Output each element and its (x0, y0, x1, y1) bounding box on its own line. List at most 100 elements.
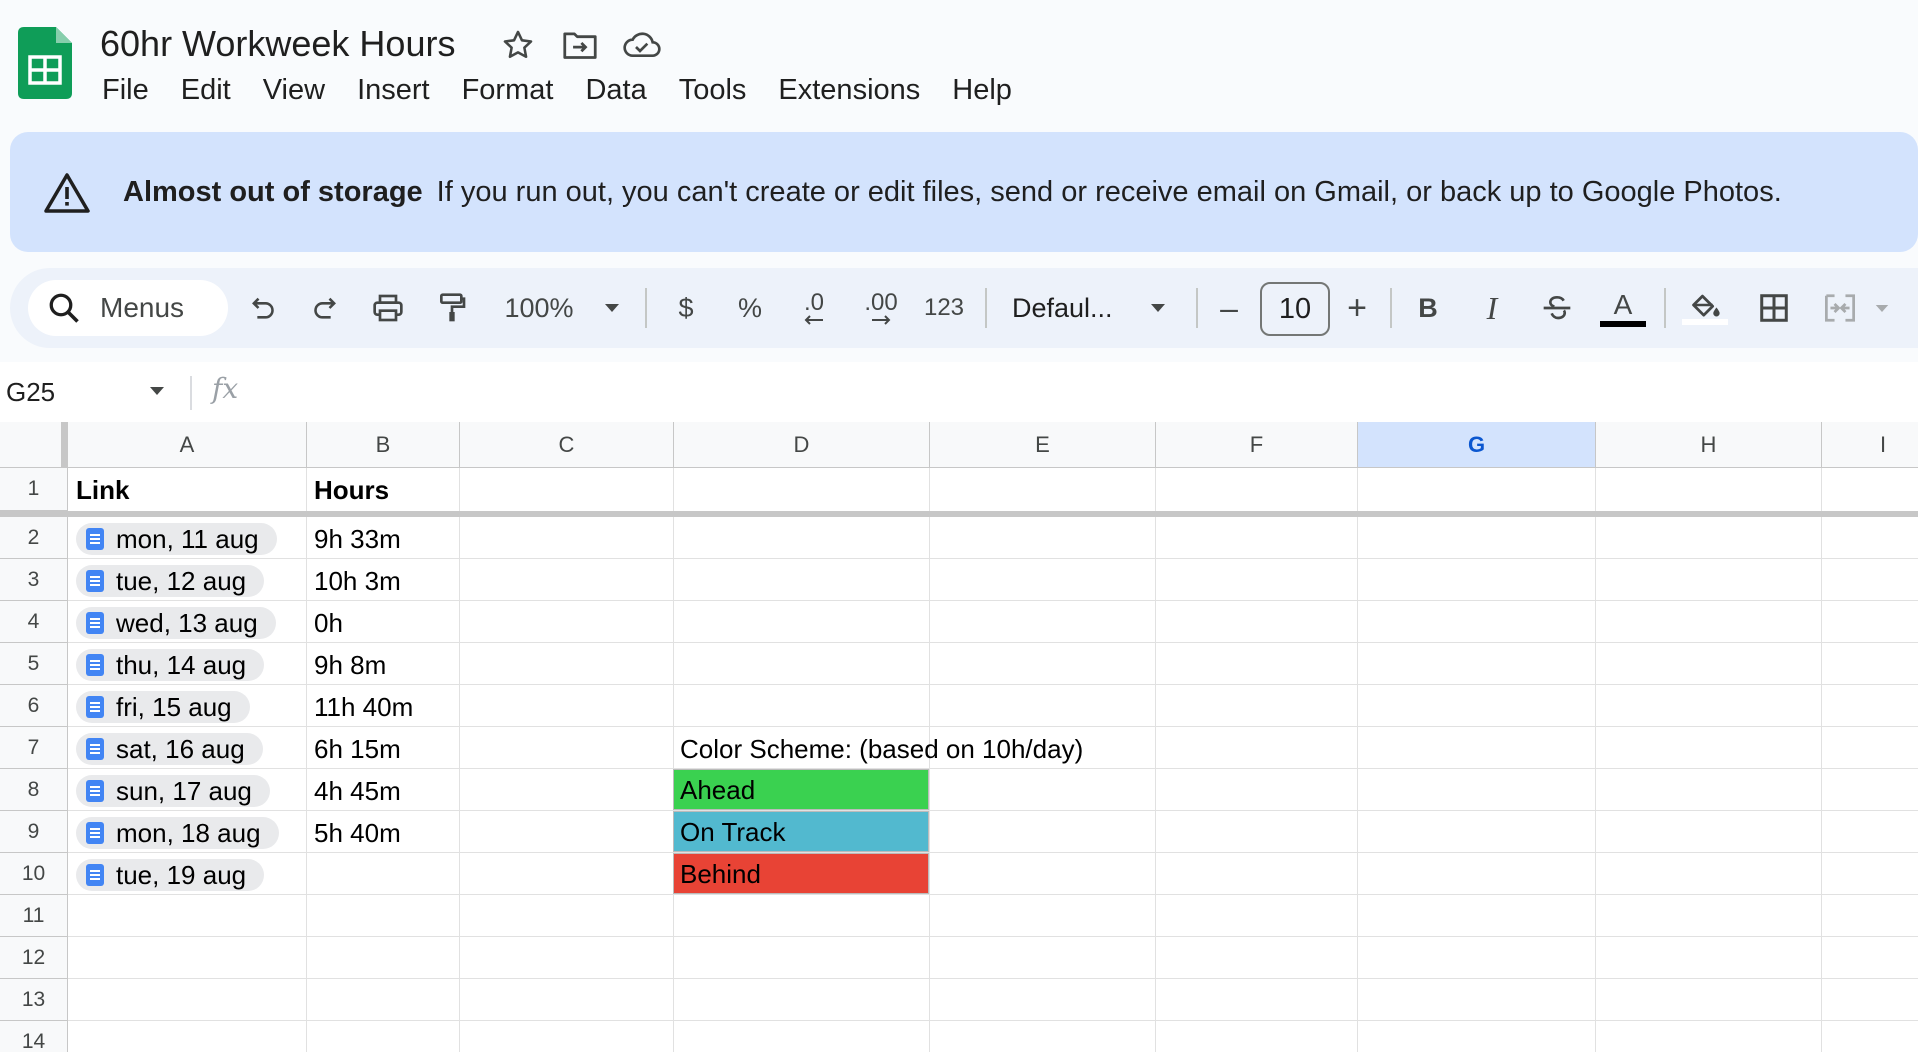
toolbar-separator (645, 288, 647, 328)
link-chip-label: tue, 19 aug (116, 859, 247, 890)
frozen-row-divider[interactable] (0, 511, 1918, 517)
currency-format-button[interactable]: $ (672, 284, 700, 332)
gridline (1821, 468, 1822, 1052)
toolbar-separator (1390, 288, 1392, 328)
row-header-8[interactable]: 8 (0, 769, 68, 811)
column-header-f[interactable]: F (1156, 422, 1358, 468)
name-box-chevron-down-icon[interactable] (148, 386, 166, 396)
formula-input[interactable] (260, 372, 1900, 412)
column-header-g[interactable]: G (1358, 422, 1596, 468)
move-to-folder-icon[interactable] (560, 27, 600, 63)
link-chip[interactable]: tue, 19 aug (76, 859, 265, 891)
menu-format[interactable]: Format (446, 70, 570, 110)
menu-tools[interactable]: Tools (663, 70, 763, 110)
text-color-button[interactable]: A (1600, 284, 1646, 332)
merge-cells-icon[interactable] (1820, 284, 1860, 332)
link-chip[interactable]: wed, 13 aug (76, 607, 276, 639)
row-header-14[interactable]: 14 (0, 1021, 68, 1052)
hours-cell[interactable]: 5h 40m (314, 813, 401, 853)
row-header-10[interactable]: 10 (0, 853, 68, 895)
borders-icon[interactable] (1756, 284, 1792, 332)
decrease-font-size-button[interactable]: – (1214, 284, 1244, 332)
select-all-corner[interactable] (0, 422, 68, 468)
menu-extensions[interactable]: Extensions (762, 70, 936, 110)
redo-icon[interactable] (308, 284, 344, 332)
italic-button[interactable]: I (1478, 284, 1506, 332)
legend-ahead[interactable]: Ahead (673, 769, 929, 810)
legend-on-track[interactable]: On Track (673, 811, 929, 852)
hours-cell[interactable]: 10h 3m (314, 561, 401, 601)
hours-cell[interactable]: 9h 33m (314, 519, 401, 559)
link-chip[interactable]: mon, 11 aug (76, 523, 277, 555)
cell-a1[interactable]: Link (76, 470, 129, 510)
star-icon[interactable] (498, 27, 538, 63)
menu-edit[interactable]: Edit (165, 70, 247, 110)
hours-cell[interactable]: 4h 45m (314, 771, 401, 811)
link-chip[interactable]: thu, 14 aug (76, 649, 265, 681)
google-docs-icon (86, 528, 104, 550)
hours-cell[interactable]: 11h 40m (314, 687, 413, 727)
hours-cell[interactable]: 0h (314, 603, 343, 643)
row-header-2[interactable]: 2 (0, 517, 68, 559)
row-header-9[interactable]: 9 (0, 811, 68, 853)
gridline (68, 978, 1918, 979)
column-header-d[interactable]: D (674, 422, 930, 468)
row-header-4[interactable]: 4 (0, 601, 68, 643)
cloud-saved-icon[interactable] (622, 27, 662, 63)
menu-data[interactable]: Data (569, 70, 662, 110)
legend-behind[interactable]: Behind (673, 853, 929, 894)
row-header-13[interactable]: 13 (0, 979, 68, 1021)
number-format-button[interactable]: 123 (920, 284, 968, 332)
cell-b1[interactable]: Hours (314, 470, 389, 510)
formula-separator (190, 376, 192, 410)
menu-insert[interactable]: Insert (341, 70, 446, 110)
paint-format-icon[interactable] (434, 284, 470, 332)
undo-icon[interactable] (244, 284, 280, 332)
toolbar-separator (1664, 288, 1666, 328)
row-header-6[interactable]: 6 (0, 685, 68, 727)
font-chevron-down-icon[interactable] (1144, 284, 1172, 332)
sheets-logo-icon[interactable] (18, 27, 72, 99)
row-header-7[interactable]: 7 (0, 727, 68, 769)
column-header-i[interactable]: I (1822, 422, 1918, 468)
row-header-11[interactable]: 11 (0, 895, 68, 937)
menu-view[interactable]: View (247, 70, 341, 110)
name-box[interactable]: G25 (6, 374, 55, 410)
link-chip[interactable]: sun, 17 aug (76, 775, 270, 807)
percent-format-button[interactable]: % (734, 284, 766, 332)
merge-chevron-down-icon[interactable] (1872, 284, 1892, 332)
decrease-decimal-button[interactable]: .0 (792, 284, 836, 332)
font-family-select[interactable]: Defaul... (1012, 284, 1142, 332)
hours-cell[interactable]: 6h 15m (314, 729, 401, 769)
column-header-b[interactable]: B (307, 422, 460, 468)
link-chip[interactable]: mon, 18 aug (76, 817, 279, 849)
font-size-input[interactable]: 10 (1260, 282, 1330, 336)
hours-cell[interactable]: 9h 8m (314, 645, 386, 685)
link-chip[interactable]: tue, 12 aug (76, 565, 265, 597)
strikethrough-icon[interactable] (1540, 284, 1574, 332)
link-chip-label: sat, 16 aug (116, 733, 245, 764)
increase-decimal-button[interactable]: .00 (856, 284, 906, 332)
print-icon[interactable] (370, 284, 406, 332)
fill-color-icon[interactable] (1682, 284, 1728, 332)
document-title[interactable]: 60hr Workweek Hours (100, 22, 455, 66)
menu-file[interactable]: File (86, 70, 165, 110)
column-freeze-handle[interactable] (61, 422, 68, 468)
column-header-a[interactable]: A (68, 422, 307, 468)
zoom-select[interactable]: 100% (498, 284, 580, 332)
row-header-12[interactable]: 12 (0, 937, 68, 979)
column-header-c[interactable]: C (460, 422, 674, 468)
gridline (68, 1020, 1918, 1021)
color-scheme-title[interactable]: Color Scheme: (based on 10h/day) (680, 729, 1083, 769)
bold-button[interactable]: B (1414, 284, 1442, 332)
link-chip[interactable]: sat, 16 aug (76, 733, 263, 765)
row-header-5[interactable]: 5 (0, 643, 68, 685)
menu-help[interactable]: Help (936, 70, 1028, 110)
column-header-h[interactable]: H (1596, 422, 1822, 468)
link-chip[interactable]: fri, 15 aug (76, 691, 250, 723)
row-header-3[interactable]: 3 (0, 559, 68, 601)
column-header-e[interactable]: E (930, 422, 1156, 468)
increase-font-size-button[interactable]: + (1342, 284, 1372, 332)
zoom-chevron-down-icon[interactable] (598, 284, 626, 332)
row-header-1[interactable]: 1 (0, 468, 68, 511)
